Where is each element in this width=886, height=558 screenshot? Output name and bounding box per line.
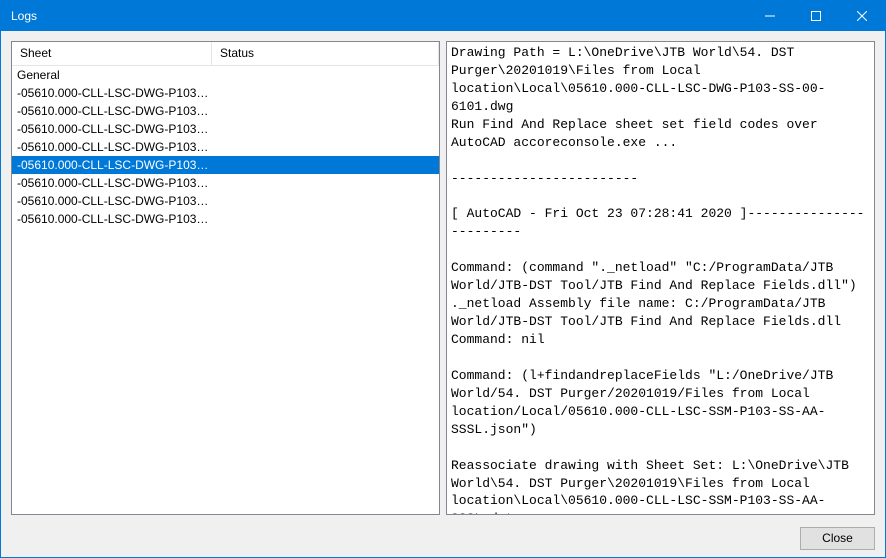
column-header-status[interactable]: Status bbox=[212, 42, 439, 65]
close-button[interactable]: Close bbox=[800, 527, 875, 550]
maximize-button[interactable] bbox=[793, 1, 839, 31]
window-controls bbox=[747, 1, 885, 31]
minimize-icon bbox=[765, 11, 775, 21]
cell-sheet: -05610.000-CLL-LSC-DWG-P103-SS-0... bbox=[14, 86, 214, 100]
cell-sheet: -05610.000-CLL-LSC-DWG-P103-SS-0... bbox=[14, 122, 214, 136]
table-row[interactable]: -05610.000-CLL-LSC-DWG-P103-SS-0... bbox=[12, 210, 439, 228]
table-row[interactable]: -05610.000-CLL-LSC-DWG-P103-SS-0... bbox=[12, 174, 439, 192]
table-row[interactable]: -05610.000-CLL-LSC-DWG-P103-SS-0... bbox=[12, 156, 439, 174]
cell-sheet: -05610.000-CLL-LSC-DWG-P103-SS-0... bbox=[14, 140, 214, 154]
maximize-icon bbox=[811, 11, 821, 21]
window-title: Logs bbox=[1, 9, 747, 23]
table-row[interactable]: -05610.000-CLL-LSC-DWG-P103-SS-0... bbox=[12, 192, 439, 210]
cell-sheet: -05610.000-CLL-LSC-DWG-P103-SS-0... bbox=[14, 104, 214, 118]
close-window-button[interactable] bbox=[839, 1, 885, 31]
minimize-button[interactable] bbox=[747, 1, 793, 31]
table-body[interactable]: General -05610.000-CLL-LSC-DWG-P103-SS-0… bbox=[12, 66, 439, 514]
table-row[interactable]: -05610.000-CLL-LSC-DWG-P103-SS-0... bbox=[12, 102, 439, 120]
titlebar: Logs bbox=[1, 1, 885, 31]
content-area: Sheet Status General -05610.000-CLL-LSC-… bbox=[1, 31, 885, 525]
column-header-sheet[interactable]: Sheet bbox=[12, 42, 212, 65]
cell-sheet: -05610.000-CLL-LSC-DWG-P103-SS-0... bbox=[14, 158, 214, 172]
table-header: Sheet Status bbox=[12, 42, 439, 66]
group-row[interactable]: General bbox=[12, 66, 439, 84]
cell-sheet: -05610.000-CLL-LSC-DWG-P103-SS-0... bbox=[14, 176, 214, 190]
cell-sheet: -05610.000-CLL-LSC-DWG-P103-SS-0... bbox=[14, 212, 214, 226]
footer: Close bbox=[1, 525, 885, 557]
table-row[interactable]: -05610.000-CLL-LSC-DWG-P103-SS-0... bbox=[12, 138, 439, 156]
group-label: General bbox=[14, 68, 214, 82]
log-output[interactable] bbox=[447, 42, 874, 514]
table-row[interactable]: -05610.000-CLL-LSC-DWG-P103-SS-0... bbox=[12, 120, 439, 138]
logs-window: Logs Sheet Status General bbox=[0, 0, 886, 558]
sheet-list-panel: Sheet Status General -05610.000-CLL-LSC-… bbox=[11, 41, 440, 515]
cell-sheet: -05610.000-CLL-LSC-DWG-P103-SS-0... bbox=[14, 194, 214, 208]
table-row[interactable]: -05610.000-CLL-LSC-DWG-P103-SS-0... bbox=[12, 84, 439, 102]
close-icon bbox=[857, 11, 867, 21]
log-panel bbox=[446, 41, 875, 515]
